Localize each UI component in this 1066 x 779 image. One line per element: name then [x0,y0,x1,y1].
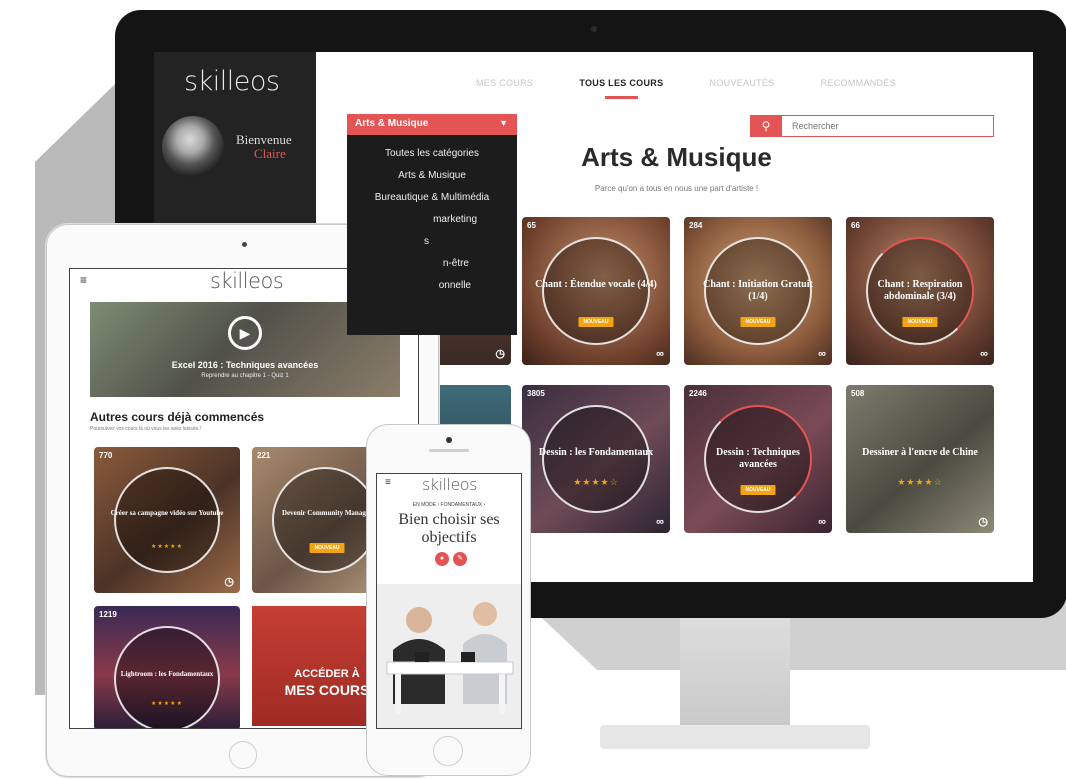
course-title: Dessin : Techniques avancées [716,447,800,470]
menu-item-arts[interactable]: Arts & Musique [347,165,517,187]
course-card[interactable]: 284 Chant : Initiation Gratuit (1/4) NOU… [684,217,832,365]
phone-camera [446,437,452,443]
search-button[interactable]: ⚲ [750,115,782,137]
phone-screen: ≡ skilleos EN MODE › FONDAMENTAUX › Bien… [376,473,522,729]
video-illustration [377,584,521,728]
monitor-base [600,725,870,749]
lesson-title: Bien choisir ses objectifs [377,511,521,547]
course-title: Chant : Respiration abdominale (3/4) [877,279,963,302]
new-badge: NOUVEAU [578,317,614,327]
menu-item-marketing[interactable]: marketing [347,209,517,231]
course-card[interactable]: 2246 Dessin : Techniques avancées NOUVEA… [684,385,832,533]
menu-item-bureautique[interactable]: Bureautique & Multimédia [347,187,517,209]
course-card[interactable]: 508 Dessiner à l'encre de Chine ★★★★☆ ◷ [846,385,994,533]
new-badge: NOUVEAU [309,543,345,553]
course-progress-ring [272,467,378,573]
chevron-down-icon: ▼ [499,118,508,128]
phone-home-button[interactable] [433,736,463,766]
rating-stars: ★★★★☆ [573,477,619,487]
clock-icon: ◷ [224,576,234,588]
monitor-stand [680,618,790,728]
course-card[interactable]: 66 Chant : Respiration abdominale (3/4) … [846,217,994,365]
rating-stars: ★★★★☆ [897,477,943,487]
menu-item-all[interactable]: Toutes les catégories [347,143,517,165]
avatar[interactable] [162,116,224,178]
tablet-home-button[interactable] [229,741,257,769]
enrolled-count: 2246 [689,389,707,398]
rating-stars: ★★★★★ [151,544,183,550]
page-title: Arts & Musique [581,142,772,172]
tab-nouveautes[interactable]: NOUVEAUTÉS [710,78,775,88]
course-progress-ring [114,467,220,573]
enrolled-count: 1219 [99,610,117,619]
hero-course-progress: Reprendre au chapitre 1 - Quiz 1 [201,373,289,379]
tab-recommandes[interactable]: RECOMMANDÉS [821,78,896,88]
course-title: Lightroom : les Fondamentaux [120,670,214,678]
infinity-icon: ∞ [818,348,826,360]
course-progress-ring [542,237,650,345]
menu-item-7[interactable]: onnelle [347,275,517,297]
bookmark-icon[interactable]: ● [435,552,449,566]
brand-logo[interactable]: skilleos [422,475,477,494]
hamburger-menu-icon[interactable]: ≡ [385,477,391,488]
infinity-icon: ∞ [656,348,664,360]
lesson-title-line-1: Bien choisir ses [398,511,500,528]
enrolled-count: 284 [689,221,703,230]
course-card[interactable]: 770 Créer sa campagne vidéo sur Youtube … [94,447,240,593]
course-card[interactable]: 65 Chant : Étendue vocale (4/4) NOUVEAU … [522,217,670,365]
category-dropdown-value: Arts & Musique [355,118,429,129]
brand-logo[interactable]: skilleos [210,269,284,293]
enrolled-count: 66 [851,221,860,230]
new-badge: NOUVEAU [740,485,776,495]
phone-device: ≡ skilleos EN MODE › FONDAMENTAUX › Bien… [366,424,531,776]
course-title: Chant : Initiation Gratuit (1/4) [703,279,813,302]
category-menu: Toutes les catégories Arts & Musique Bur… [347,135,517,335]
marketing-device-mockup: skilleos Bienvenue Claire MES COURS TOUS… [0,0,1066,779]
phone-speaker [429,449,469,452]
course-title: Dessiner à l'encre de Chine [862,447,978,458]
lesson-video-thumbnail[interactable] [377,584,521,728]
menu-item-5[interactable]: s [347,231,517,253]
infinity-icon: ∞ [818,516,826,528]
section-title: Autres cours déjà commencés [90,410,265,424]
clock-icon: ◷ [495,348,505,360]
tab-mes-cours[interactable]: MES COURS [476,78,533,88]
play-icon[interactable]: ▶ [228,316,262,350]
course-tabs: MES COURS TOUS LES COURS NOUVEAUTÉS RECO… [476,78,896,99]
course-title: Chant : Étendue vocale (4/4) [535,279,657,290]
search-input[interactable] [782,115,994,137]
new-badge: NOUVEAU [740,317,776,327]
user-name: Claire [254,146,286,161]
clock-icon: ◷ [978,516,988,528]
webcam [591,26,597,32]
infinity-icon: ∞ [656,516,664,528]
course-title: Dessin : les Fondamentaux [538,447,654,458]
hamburger-menu-icon[interactable]: ≡ [80,273,87,287]
section-subtitle: Poursuivez vos cours là où vous les avez… [90,426,201,432]
hero-course-title: Excel 2016 : Techniques avancées [171,360,319,370]
menu-item-bien-etre[interactable]: n-être [347,253,517,275]
edit-icon[interactable]: ✎ [453,552,467,566]
tablet-camera [242,242,247,247]
course-card[interactable]: 3805 Dessin : les Fondamentaux ★★★★☆ ∞ [522,385,670,533]
enrolled-count: 221 [257,451,271,460]
course-title: Créer sa campagne vidéo sur Youtube [110,509,224,517]
lesson-title-line-2: objectifs [421,529,477,546]
breadcrumb[interactable]: EN MODE › FONDAMENTAUX › [377,502,521,508]
category-dropdown[interactable]: Arts & Musique ▼ [347,114,517,135]
search-icon: ⚲ [761,119,771,133]
course-progress-ring [542,405,650,513]
page-subtitle: Parce qu'on a tous en nous une part d'ar… [594,184,759,193]
rating-stars: ★★★★★ [151,701,183,707]
new-badge: NOUVEAU [902,317,938,327]
course-card[interactable]: 1219 Lightroom : les Fondamentaux ★★★★★ [94,606,240,728]
brand-logo[interactable]: skilleos [184,66,280,97]
enrolled-count: 508 [851,389,865,398]
lesson-actions: ● ✎ [435,552,467,566]
enrolled-count: 65 [527,221,536,230]
enrolled-count: 3805 [527,389,545,398]
enrolled-count: 770 [99,451,113,460]
tab-tous-les-cours[interactable]: TOUS LES COURS [579,78,663,99]
infinity-icon: ∞ [980,348,988,360]
